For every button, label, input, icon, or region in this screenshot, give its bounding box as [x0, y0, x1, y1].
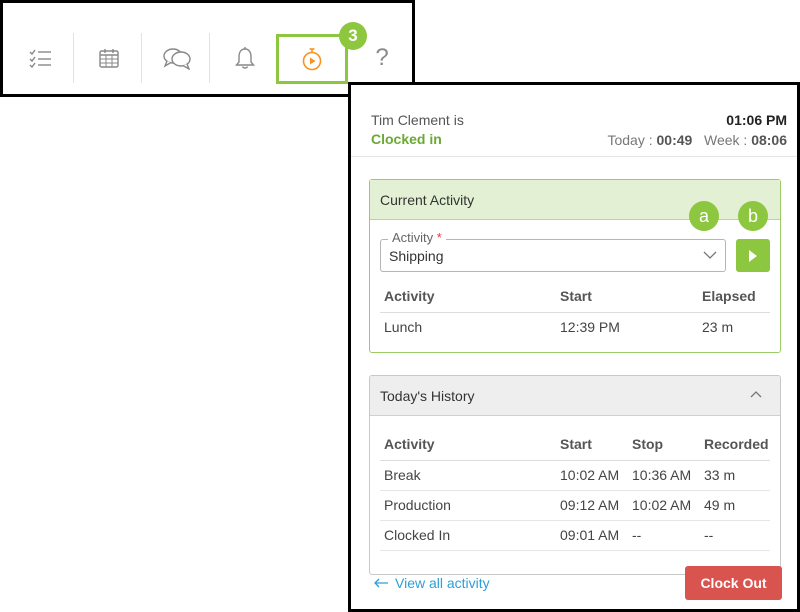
- history-title: Today's History: [380, 387, 475, 404]
- clock-out-button[interactable]: Clock Out: [685, 566, 782, 600]
- toolbar-divider: [73, 33, 74, 83]
- cell-activity: Clocked In: [380, 520, 556, 551]
- history-header[interactable]: Today's History: [370, 376, 780, 416]
- chevron-up-icon[interactable]: [750, 390, 762, 398]
- view-all-activity-link[interactable]: View all activity: [373, 575, 490, 591]
- cell-start: 09:12 AM: [556, 490, 628, 521]
- checklist-icon: [29, 49, 51, 68]
- column-header: Elapsed: [698, 280, 770, 313]
- column-header: Activity: [380, 280, 556, 313]
- table-header-row: Activity Start Elapsed: [380, 280, 770, 313]
- cell-stop: 10:36 AM: [628, 460, 700, 491]
- callout-badge-b: b: [738, 201, 768, 231]
- tasks-button[interactable]: [11, 33, 71, 83]
- table-row: Break 10:02 AM 10:36 AM 33 m: [380, 460, 770, 491]
- table-header-row: Activity Start Stop Recorded: [380, 428, 770, 461]
- play-icon: [749, 249, 757, 262]
- column-header: Start: [556, 280, 698, 313]
- start-activity-button[interactable]: [736, 239, 770, 272]
- table-row: Lunch 12:39 PM 23 m: [380, 312, 770, 342]
- week-total: 08:06: [751, 132, 787, 148]
- cell-activity: Lunch: [384, 319, 423, 336]
- cell-stop: 10:02 AM: [628, 490, 700, 521]
- required-mark: *: [436, 230, 442, 245]
- toolbar-divider: [209, 33, 210, 83]
- cell-activity: Production: [380, 490, 556, 521]
- today-label: Today :: [607, 132, 657, 148]
- activity-select[interactable]: Activity * Shipping: [380, 230, 726, 272]
- column-header: Recorded: [700, 428, 770, 461]
- week-label: Week :: [703, 132, 752, 148]
- cell-start: 12:39 PM: [560, 319, 620, 336]
- help-button[interactable]: ?: [352, 33, 412, 83]
- time-clock-button[interactable]: [276, 34, 348, 84]
- current-time: 01:06 PM: [726, 112, 787, 128]
- cell-activity: Break: [380, 460, 556, 491]
- cell-start: 09:01 AM: [556, 520, 628, 551]
- user-line: Tim Clement is: [371, 112, 464, 128]
- table-row: Production 09:12 AM 10:02 AM 49 m: [380, 490, 770, 521]
- stopwatch-play-icon: [302, 48, 322, 71]
- time-totals: Today : 00:49 Week : 08:06: [607, 132, 787, 148]
- time-clock-panel: Tim Clement is Clocked in 01:06 PM Today…: [348, 82, 800, 612]
- chat-icon: [163, 48, 191, 70]
- activity-field-label: Activity *: [388, 230, 446, 245]
- arrow-left-icon: [374, 578, 388, 588]
- schedule-button[interactable]: [79, 33, 139, 83]
- column-header: Start: [556, 428, 628, 461]
- table-row: Clocked In 09:01 AM -- --: [380, 520, 770, 551]
- cell-stop: --: [628, 520, 700, 551]
- help-icon: ?: [375, 44, 389, 71]
- messages-button[interactable]: [147, 33, 207, 83]
- activity-select-value: Shipping: [389, 248, 444, 264]
- today-total: 00:49: [656, 132, 693, 148]
- cell-recorded: 49 m: [700, 490, 770, 521]
- cell-recorded: --: [700, 520, 770, 551]
- calendar-icon: [99, 49, 119, 68]
- cell-elapsed: 23 m: [702, 319, 734, 336]
- current-activity-table: Activity Start Elapsed Lunch 12:39 PM 23…: [380, 280, 770, 342]
- clock-status: Clocked in: [371, 131, 442, 147]
- current-activity-card: Current Activity a b Activity * Shipping…: [369, 179, 781, 353]
- notifications-button[interactable]: [215, 33, 275, 83]
- chevron-down-icon: [703, 251, 717, 259]
- callout-badge-a: a: [689, 201, 719, 231]
- panel-header: Tim Clement is Clocked in 01:06 PM Today…: [351, 85, 797, 157]
- column-header: Stop: [628, 428, 700, 461]
- cell-start: 10:02 AM: [556, 460, 628, 491]
- cell-recorded: 33 m: [700, 460, 770, 491]
- todays-history-card: Today's History Activity Start Stop Reco…: [369, 375, 781, 575]
- view-all-activity-label: View all activity: [395, 575, 490, 591]
- bell-icon: [235, 47, 255, 69]
- history-table: Activity Start Stop Recorded Break 10:02…: [380, 428, 770, 551]
- column-header: Activity: [380, 428, 556, 461]
- toolbar-divider: [141, 33, 142, 83]
